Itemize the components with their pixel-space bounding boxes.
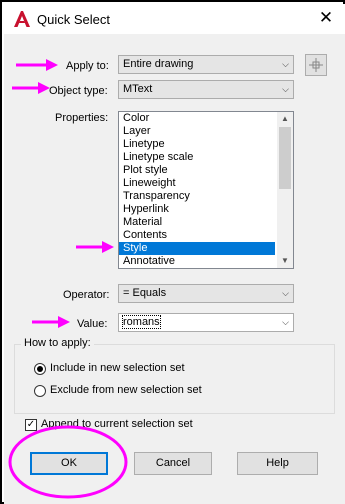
operator-dropdown[interactable]: = Equals ⌵ [118, 284, 294, 303]
list-item[interactable]: Layer [119, 125, 275, 138]
object-type-dropdown[interactable]: MText ⌵ [118, 80, 294, 99]
object-type-label: Object type: [49, 85, 108, 97]
object-type-value: MText [123, 83, 153, 95]
list-item[interactable]: Material [119, 216, 275, 229]
value-value: romans [122, 315, 161, 329]
help-button[interactable]: Help [237, 452, 318, 475]
apply-to-value: Entire drawing [123, 58, 194, 70]
properties-label: Properties: [55, 112, 109, 124]
scroll-down-icon[interactable]: ▼ [277, 254, 293, 268]
list-item[interactable]: Transparency [119, 190, 275, 203]
chevron-down-icon: ⌵ [282, 317, 289, 327]
apply-to-label: Apply to: [66, 60, 109, 72]
chevron-down-icon: ⌵ [282, 84, 289, 94]
dialog-body: Apply to: Entire drawing ⌵ Object type: … [4, 34, 345, 504]
list-item[interactable]: Lineweight [119, 177, 275, 190]
select-objects-button[interactable] [305, 54, 327, 76]
apply-to-dropdown[interactable]: Entire drawing ⌵ [118, 55, 294, 74]
properties-items: Color Layer Linetype Linetype scale Plot… [119, 112, 293, 268]
value-dropdown[interactable]: romans ⌵ [118, 313, 294, 332]
ok-button[interactable]: OK [30, 452, 108, 475]
include-radio[interactable] [34, 363, 46, 375]
autocad-icon [14, 11, 30, 27]
select-objects-icon [309, 58, 323, 72]
list-item[interactable]: Linetype scale [119, 151, 275, 164]
include-label[interactable]: Include in new selection set [50, 362, 185, 374]
dialog-title: Quick Select [37, 12, 110, 27]
check-icon: ✓ [26, 419, 36, 430]
exclude-label[interactable]: Exclude from new selection set [50, 384, 202, 396]
operator-value: = Equals [123, 287, 167, 299]
exclude-radio[interactable] [34, 385, 46, 397]
append-checkbox[interactable]: ✓ [25, 419, 37, 431]
list-item[interactable]: Annotative [119, 255, 275, 268]
list-item[interactable]: Contents [119, 229, 275, 242]
quick-select-dialog: Quick Select ✕ Apply to: Entire drawing … [0, 0, 345, 504]
scroll-up-icon[interactable]: ▲ [277, 112, 293, 126]
how-to-apply-group: How to apply: Include in new selection s… [14, 337, 335, 414]
properties-listbox[interactable]: Color Layer Linetype Linetype scale Plot… [118, 111, 294, 269]
list-item[interactable]: Color [119, 112, 275, 125]
close-icon[interactable]: ✕ [317, 9, 335, 27]
append-label[interactable]: Append to current selection set [41, 418, 193, 430]
operator-label: Operator: [63, 289, 110, 301]
list-item[interactable]: Hyperlink [119, 203, 275, 216]
cancel-button[interactable]: Cancel [134, 452, 212, 475]
value-label: Value: [77, 318, 108, 330]
title-bar: Quick Select ✕ [4, 4, 345, 34]
list-item[interactable]: Style [119, 242, 275, 255]
radio-dot [37, 366, 43, 372]
properties-scrollbar[interactable]: ▲ ▼ [277, 112, 293, 268]
chevron-down-icon: ⌵ [282, 59, 289, 69]
chevron-down-icon: ⌵ [282, 288, 289, 298]
list-item[interactable]: Plot style [119, 164, 275, 177]
scrollbar-thumb[interactable] [279, 127, 291, 189]
how-to-apply-legend: How to apply: [21, 337, 94, 349]
list-item[interactable]: Linetype [119, 138, 275, 151]
